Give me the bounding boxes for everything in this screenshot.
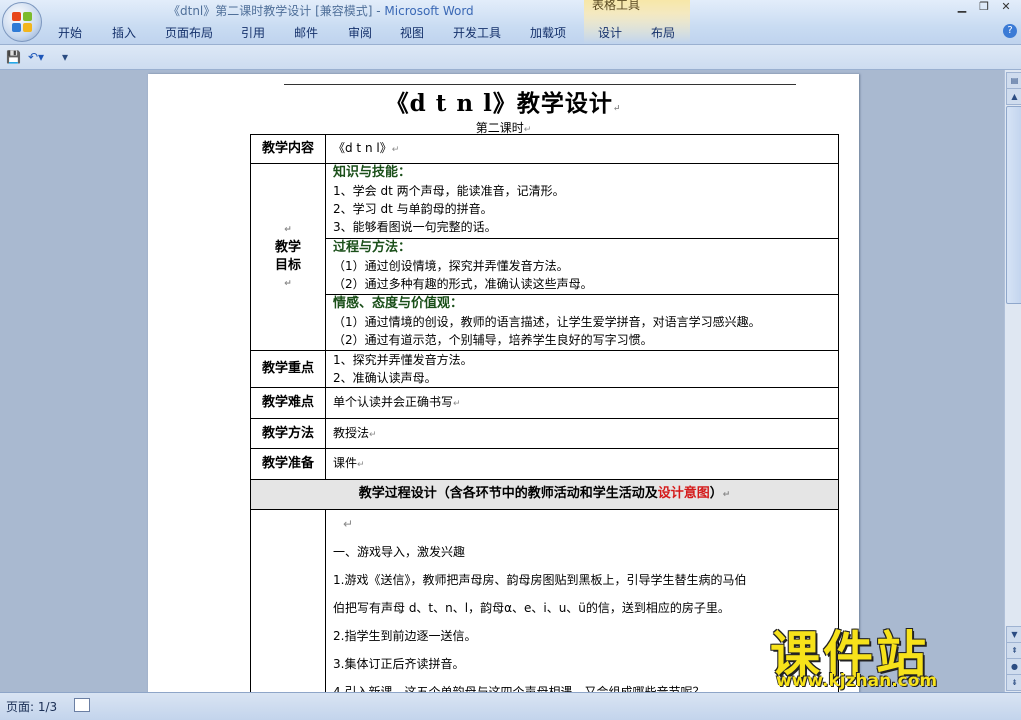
next-page-icon[interactable]: ⇟ — [1006, 674, 1021, 691]
restore-icon[interactable]: ❐ — [973, 0, 995, 13]
tab-home[interactable]: 开始 — [58, 24, 82, 41]
process-line: 4.引入新课，这五个单韵母与这四个声母相遇，又会组成哪些音节呢？ — [333, 685, 705, 692]
watermark-url: www.kjzhan.com — [776, 671, 938, 691]
label-goals: ↵ 教学 目标 ↵ — [250, 163, 326, 351]
page-title: 《d t n l》教学设计↵ — [385, 90, 622, 117]
table-row: 教学难点 单个认读并会正确书写↵ — [250, 387, 839, 419]
office-logo-icon — [12, 12, 32, 32]
subtitle-text: 第二课时 — [475, 121, 524, 135]
key-point-item: 1、探究并弄懂发音方法。 — [333, 353, 473, 367]
process-stage-cell[interactable] — [250, 509, 326, 692]
cell-emotion[interactable]: 情感、态度与价值观： （1）通过情境的创设，教师的语言描述，让学生爱学拼音，对语… — [325, 294, 839, 351]
browse-object-icon[interactable]: ● — [1006, 658, 1021, 675]
tab-insert[interactable]: 插入 — [112, 24, 136, 41]
table-row: 教学过程设计（含各环节中的教师活动和学生活动及设计意图）↵ — [250, 479, 839, 510]
tab-review[interactable]: 审阅 — [348, 24, 372, 41]
process-content-cell[interactable]: ↵ 一、游戏导入，激发兴趣 1.游戏《送信》，教师把声母房、韵母房图贴到黑板上，… — [325, 509, 839, 692]
lesson-plan-table: 教学内容 《d t n l》↵ ↵ 教学 目标 ↵ 知识与技能： 1、学会 dt… — [250, 134, 839, 692]
content-value: 《d t n l》 — [333, 141, 392, 155]
label-methods: 教学方法 — [250, 418, 326, 449]
knowledge-item: 3、能够看图说一句完整的话。 — [333, 220, 497, 234]
app-name: Microsoft Word — [384, 4, 474, 18]
proofing-icon[interactable] — [74, 698, 90, 712]
process-item: （1）通过创设情境，探究并弄懂发音方法。 — [333, 259, 569, 273]
cell-prep[interactable]: 课件↵ — [325, 448, 839, 480]
customize-toolbar-icon[interactable]: ▾ — [62, 50, 68, 64]
process-header-close: ） — [709, 486, 723, 501]
table-row: 过程与方法： （1）通过创设情境，探究并弄懂发音方法。 （2）通过多种有趣的形式… — [251, 238, 839, 295]
label-goals-line2: 目标 — [274, 258, 301, 273]
process-header-text: 教学过程设计（含各环节中的教师活动和学生活动及 — [358, 486, 658, 501]
label-goals-line1: 教学 — [274, 240, 301, 255]
window-title: 《dtnl》第二课时教学设计 [兼容模式] - Microsoft Word — [168, 2, 474, 19]
difficulties-value: 单个认读并会正确书写 — [333, 395, 454, 409]
window-controls: ▁ ❐ ✕ — [951, 0, 1017, 13]
label-content: 教学内容 — [250, 134, 326, 164]
help-icon[interactable]: ? — [1003, 24, 1017, 38]
document-name: 《dtnl》第二课时教学设计 [兼容模式] - — [168, 4, 385, 18]
ruler-toggle-icon[interactable]: ▤ — [1006, 72, 1021, 89]
label-difficulties: 教学难点 — [250, 387, 326, 419]
process-header-highlight: 设计意图 — [657, 486, 710, 501]
minimize-icon[interactable]: ▁ — [951, 0, 973, 13]
knowledge-heading: 知识与技能： — [333, 165, 412, 180]
process-line: 伯把写有声母 d、t、n、l，韵母α、e、i、u、ü的信，送到相应的房子里。 — [333, 601, 730, 615]
cell-knowledge[interactable]: 知识与技能： 1、学会 dt 两个声母，能读准音，记清形。 2、学习 dt 与单… — [325, 163, 839, 239]
key-point-item: 2、准确认读声母。 — [333, 371, 437, 385]
process-line: 3.集体订正后齐读拼音。 — [333, 657, 465, 671]
process-line: 1.游戏《送信》，教师把声母房、韵母房图贴到黑板上，引导学生替生病的马伯 — [333, 573, 747, 587]
tab-view[interactable]: 视图 — [400, 24, 424, 41]
table-row: ↵ 教学 目标 ↵ 知识与技能： 1、学会 dt 两个声母，能读准音，记清形。 … — [250, 163, 839, 351]
close-icon[interactable]: ✕ — [995, 0, 1017, 13]
table-row: 教学方法 教授法↵ — [250, 418, 839, 449]
table-row: 情感、态度与价值观： （1）通过情境的创设，教师的语言描述，让学生爱学拼音，对语… — [251, 294, 839, 351]
table-row: 教学准备 课件↵ — [250, 448, 839, 480]
tab-references[interactable]: 引用 — [241, 24, 265, 41]
prep-value: 课件 — [333, 456, 358, 470]
title-bar: 《dtnl》第二课时教学设计 [兼容模式] - Microsoft Word 表… — [0, 0, 1021, 45]
cell-difficulties[interactable]: 单个认读并会正确书写↵ — [325, 387, 839, 419]
scroll-thumb[interactable] — [1006, 106, 1021, 304]
process-item: （2）通过多种有趣的形式，准确认读这些声母。 — [333, 277, 593, 291]
vertical-scrollbar[interactable]: ▤ ▲ ▼ ⇞ ● ⇟ — [1004, 70, 1021, 692]
page-count[interactable]: 页面: 1/3 — [6, 698, 57, 715]
tab-developer[interactable]: 开发工具 — [453, 24, 501, 41]
emotion-heading: 情感、态度与价值观： — [333, 296, 464, 311]
office-button[interactable] — [2, 2, 42, 42]
document-page[interactable]: 《d t n l》教学设计↵ 第二课时↵ 教学内容 《d t n l》↵ ↵ 教… — [148, 74, 859, 692]
knowledge-item: 1、学会 dt 两个声母，能读准音，记清形。 — [333, 184, 565, 198]
tab-mailings[interactable]: 邮件 — [294, 24, 318, 41]
scroll-up-icon[interactable]: ▲ — [1006, 88, 1021, 105]
status-bar: 页面: 1/3 — [0, 692, 1021, 720]
emotion-item: （1）通过情境的创设，教师的语言描述，让学生爱学拼音，对语言学习感兴趣。 — [333, 315, 761, 329]
save-icon[interactable]: 💾 — [6, 50, 21, 64]
scroll-down-icon[interactable]: ▼ — [1006, 626, 1021, 643]
cell-content[interactable]: 《d t n l》↵ — [325, 134, 839, 164]
quick-access-toolbar: 💾 ↶▾ ▾ — [0, 45, 1021, 70]
cell-process[interactable]: 过程与方法： （1）通过创设情境，探究并弄懂发音方法。 （2）通过多种有趣的形式… — [325, 238, 839, 295]
tab-design[interactable]: 设计 — [598, 24, 622, 41]
table-tools-label: 表格工具 — [592, 0, 641, 12]
table-row: ↵ 一、游戏导入，激发兴趣 1.游戏《送信》，教师把声母房、韵母房图贴到黑板上，… — [250, 509, 839, 692]
emotion-item: （2）通过有道示范，个别辅导，培养学生良好的写字习惯。 — [333, 333, 653, 347]
knowledge-item: 2、学习 dt 与单韵母的拼音。 — [333, 202, 493, 216]
title-text: 《d t n l》教学设计 — [385, 90, 613, 117]
process-heading: 过程与方法： — [333, 240, 412, 255]
label-prep: 教学准备 — [250, 448, 326, 480]
process-header-cell[interactable]: 教学过程设计（含各环节中的教师活动和学生活动及设计意图）↵ — [250, 479, 839, 510]
label-key-points: 教学重点 — [250, 350, 326, 388]
cell-methods[interactable]: 教授法↵ — [325, 418, 839, 449]
tab-layout[interactable]: 布局 — [651, 24, 675, 41]
undo-icon[interactable]: ↶▾ — [28, 50, 44, 64]
cell-key-points[interactable]: 1、探究并弄懂发音方法。 2、准确认读声母。 — [325, 350, 839, 388]
document-workspace: 《d t n l》教学设计↵ 第二课时↵ 教学内容 《d t n l》↵ ↵ 教… — [0, 70, 1004, 692]
tab-page-layout[interactable]: 页面布局 — [165, 24, 213, 41]
methods-value: 教授法 — [333, 425, 370, 440]
table-row: 教学重点 1、探究并弄懂发音方法。 2、准确认读声母。 — [250, 350, 839, 388]
process-line: 一、游戏导入，激发兴趣 — [333, 545, 466, 559]
previous-page-icon[interactable]: ⇞ — [1006, 642, 1021, 659]
table-row: 教学内容 《d t n l》↵ — [250, 134, 839, 164]
tab-addins[interactable]: 加载项 — [530, 24, 566, 41]
process-line: 2.指学生到前边逐一送信。 — [333, 629, 477, 643]
